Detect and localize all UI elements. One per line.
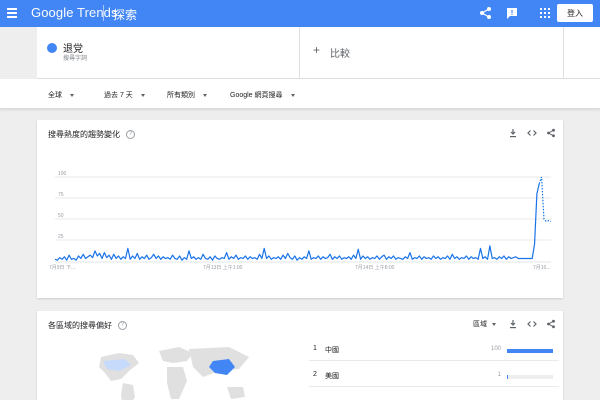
interest-by-region-card: 各區域的搜尋偏好? 區域 1 中國 100 2 美國 1 [37, 311, 563, 400]
page-title: 探索 [113, 8, 138, 22]
share-icon[interactable] [478, 5, 494, 21]
menu-icon[interactable] [7, 8, 17, 18]
source-filter-label: Google 網頁搜尋 [230, 92, 283, 99]
interest-over-time-card: 搜尋熱度的趨勢變化? 100 75 50 25 7月9日 下... 7月13日 上午1:0… [37, 120, 563, 298]
plus-icon[interactable]: + [313, 43, 320, 57]
world-map[interactable] [89, 337, 259, 400]
x-tick-label: 7月13日 上午1:00 [203, 264, 243, 271]
region-filter-label: 全球 [48, 92, 62, 99]
category-filter-label: 所有類別 [167, 92, 195, 99]
header-divider [103, 5, 104, 21]
search-term-card[interactable]: 退党 搜尋字詞 [37, 27, 300, 79]
term-row-divider [563, 27, 564, 79]
term-type: 搜尋字詞 [63, 56, 88, 62]
chevron-down-icon [290, 93, 295, 97]
share-icon[interactable] [546, 319, 556, 329]
brand-google: Google [31, 5, 74, 20]
brand-trends: Trends [77, 5, 118, 20]
region-bar-track [507, 375, 553, 379]
region-row[interactable]: 2 美國 1 [309, 365, 559, 387]
region-bar-track [507, 349, 553, 353]
chevron-down-icon [492, 322, 496, 326]
category-filter[interactable]: 所有類別 [167, 90, 207, 100]
x-tick-label: 7月16... [533, 265, 551, 271]
chevron-down-icon [140, 93, 145, 97]
x-tick-label: 7月9日 下... [49, 265, 75, 271]
region-bar-fill [507, 349, 553, 353]
top-app-bar: Google Trends 探索 登入 [0, 0, 600, 27]
time-filter-label: 過去 7 天 [104, 92, 133, 99]
source-filter[interactable]: Google 網頁搜尋 [230, 90, 295, 100]
region-card-title: 各區域的搜尋偏好? [48, 320, 127, 331]
term-color-dot [47, 43, 57, 53]
x-tick-label: 7月14日 上午8:00 [355, 264, 395, 271]
embed-code-icon[interactable] [527, 319, 537, 329]
search-term-row: 退党 搜尋字詞 + 比較 [37, 27, 600, 79]
compare-button[interactable]: 比較 [330, 45, 350, 60]
region-value: 100 [490, 346, 501, 352]
region-row[interactable]: 1 中國 100 [309, 339, 559, 361]
brand-logo[interactable]: Google Trends [31, 5, 118, 20]
region-level-select[interactable]: 區域 [473, 319, 496, 329]
y-tick-label: 50 [58, 213, 64, 219]
region-name: 中國 [325, 347, 339, 354]
feedback-icon[interactable] [504, 5, 520, 21]
region-name: 美國 [325, 373, 339, 380]
series-line [54, 183, 540, 261]
download-icon[interactable] [508, 319, 518, 329]
series-line-partial [538, 176, 552, 223]
filter-bar: 全球 過去 7 天 所有類別 Google 網頁搜尋 [0, 79, 600, 109]
help-icon[interactable]: ? [118, 321, 127, 331]
region-card-title-text: 各區域的搜尋偏好 [48, 321, 112, 330]
region-rank: 2 [313, 371, 317, 378]
apps-grid-icon[interactable] [537, 5, 553, 21]
interest-line-chart: 100 75 50 25 7月9日 下... 7月13日 上午1:00 7月14日 上午8:… [49, 171, 552, 271]
y-tick-label: 25 [58, 234, 64, 240]
chevron-down-icon [203, 93, 207, 97]
y-tick-label: 100 [58, 171, 67, 177]
region-level-label: 區域 [473, 321, 487, 328]
chevron-down-icon [70, 93, 74, 97]
time-filter[interactable]: 過去 7 天 [104, 90, 145, 100]
region-value: 1 [497, 372, 501, 378]
region-filter[interactable]: 全球 [48, 90, 74, 100]
y-tick-label: 75 [58, 192, 64, 198]
region-rank: 1 [313, 345, 317, 352]
sign-in-button[interactable]: 登入 [557, 4, 593, 22]
